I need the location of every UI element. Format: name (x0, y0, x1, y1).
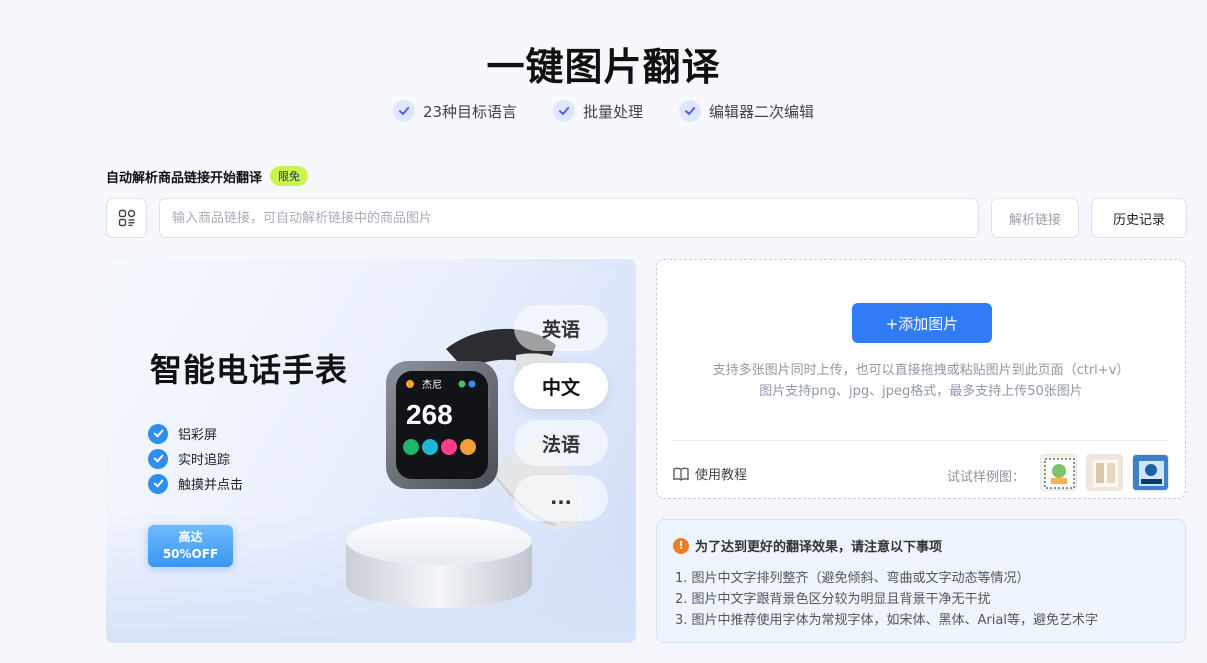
grid-scan-icon (118, 209, 135, 227)
upload-hint-line-1: 支持多张图片同时上传，也可以直接拖拽或粘贴图片到此页面（ctrl+v） (712, 363, 1130, 378)
check-icon (148, 423, 168, 444)
tip-item: 2. 图片中文字跟背景色区分较为明显且背景干净无干扰 (675, 592, 991, 607)
feature-label: 23种目标语言 (422, 102, 518, 121)
tutorial-link[interactable]: 使用教程 (673, 464, 747, 483)
sample-images-label: 试试样例图： (947, 470, 1026, 485)
banner-feature-list: 铝彩屏 实时追踪 触摸并点击 (148, 421, 243, 496)
link-parse-title: 自动解析商品链接开始翻译 (106, 170, 263, 186)
watch-name: 杰尼 (422, 379, 442, 391)
product-link-input[interactable] (159, 198, 979, 238)
banner-feature: 铝彩屏 (148, 421, 243, 446)
language-pill-more: ... (514, 475, 608, 521)
upload-hint-line-2: 图片支持png、jpg、jpeg格式，最多支持上传50张图片 (759, 384, 1083, 399)
tips-panel: ! 为了达到更好的翻译效果，请注意以下事项 1. 图片中文字排列整齐（避免倾斜、… (656, 519, 1186, 643)
tips-list: 1. 图片中文字排列整齐（避免倾斜、弯曲或文字动态等情况） 2. 图片中文字跟背… (675, 568, 1098, 631)
banner-feature-label: 实时追踪 (178, 453, 231, 468)
tutorial-label: 使用教程 (695, 468, 748, 483)
scan-button[interactable] (106, 198, 147, 238)
parse-link-button[interactable]: 解析链接 (991, 198, 1079, 238)
language-pill-chinese: 中文 (514, 363, 608, 409)
sample-image-1[interactable] (1040, 454, 1077, 491)
sample-image-3[interactable] (1132, 454, 1169, 491)
banner-feature-label: 触摸并点击 (178, 478, 244, 493)
feature-item: 批量处理 (553, 100, 643, 122)
add-image-button[interactable]: +添加图片 (852, 303, 992, 343)
tip-item: 1. 图片中文字排列整齐（避免倾斜、弯曲或文字动态等情况） (675, 571, 1030, 586)
check-icon (679, 100, 702, 122)
promo-line-2: 50%OFF (162, 547, 219, 561)
banner-feature: 实时追踪 (148, 446, 243, 471)
check-icon (148, 448, 168, 469)
feature-label: 编辑器二次编辑 (709, 102, 815, 121)
feature-item: 编辑器二次编辑 (679, 100, 814, 122)
promo-banner: 杰尼 268 智能电话手表 铝彩屏 实时追踪 触摸并点击 高达 50%OFF 英… (106, 259, 636, 643)
upload-dropzone[interactable]: +添加图片 支持多张图片同时上传，也可以直接拖拽或粘贴图片到此页面（ctrl+v… (656, 259, 1186, 499)
check-icon (148, 473, 168, 494)
free-badge: 限免 (270, 166, 309, 186)
feature-label: 批量处理 (583, 102, 644, 121)
feature-item: 23种目标语言 (392, 100, 518, 122)
watch-number: 268 (406, 399, 453, 430)
divider (672, 440, 1170, 441)
tips-heading: ! 为了达到更好的翻译效果，请注意以下事项 (673, 536, 942, 555)
upload-hint: 支持多张图片同时上传，也可以直接拖拽或粘贴图片到此页面（ctrl+v） 图片支持… (657, 360, 1185, 402)
page-title: 一键图片翻译 (486, 45, 721, 89)
banner-feature: 触摸并点击 (148, 471, 243, 496)
sample-image-2[interactable] (1086, 454, 1123, 491)
banner-title: 智能电话手表 (150, 351, 349, 389)
history-button[interactable]: 历史记录 (1091, 198, 1187, 238)
promo-line-1: 高达 (178, 530, 203, 544)
language-pill-english: 英语 (514, 305, 608, 351)
check-icon (392, 100, 415, 122)
feature-list: 23种目标语言 批量处理 编辑器二次编辑 (0, 100, 1207, 122)
promo-badge: 高达 50%OFF (148, 525, 233, 567)
book-icon (673, 467, 689, 481)
warning-icon: ! (673, 537, 689, 554)
check-icon (553, 100, 576, 122)
tips-heading-text: 为了达到更好的翻译效果，请注意以下事项 (695, 540, 943, 555)
link-parse-label: 自动解析商品链接开始翻译 限免 (106, 166, 309, 186)
banner-feature-label: 铝彩屏 (178, 428, 218, 443)
language-pill-french: 法语 (514, 420, 608, 466)
tip-item: 3. 图片中推荐使用字体为常规字体，如宋体、黑体、Arial等，避免艺术字 (675, 613, 1098, 628)
